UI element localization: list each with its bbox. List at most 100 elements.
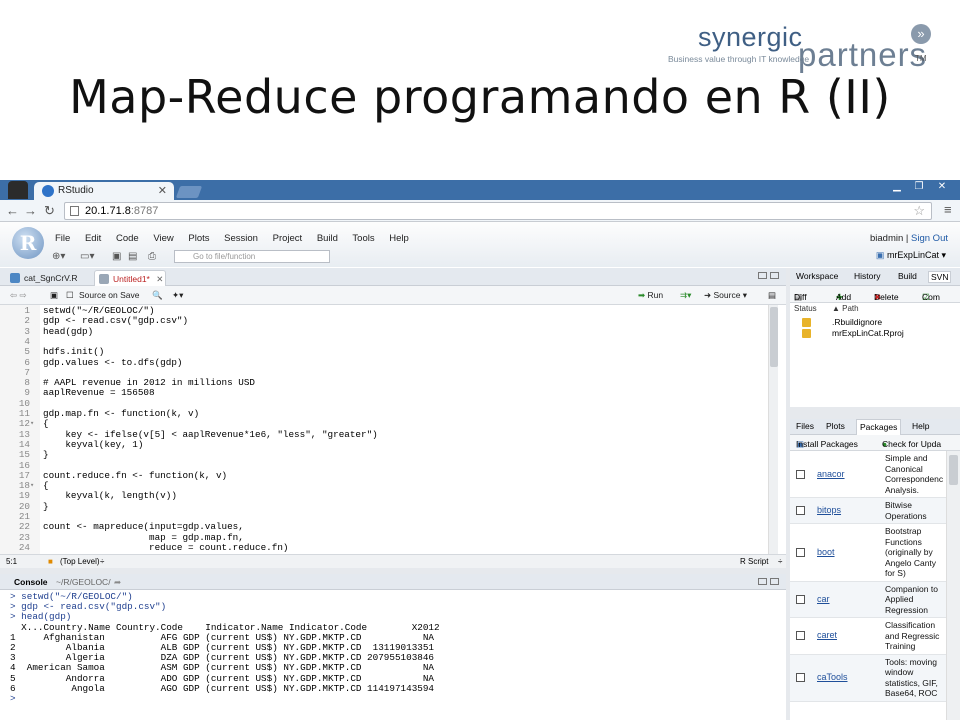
- tab-workspace[interactable]: Workspace: [796, 271, 838, 281]
- code-line[interactable]: 15}: [0, 449, 760, 460]
- package-row[interactable]: boot Bootstrap Functions (originally by Ange…: [790, 524, 946, 582]
- code-line[interactable]: 19 keyval(k, length(v)): [0, 491, 760, 502]
- back-icon[interactable]: ⇦ ⇨: [10, 290, 27, 301]
- minimize-window-button[interactable]: ▁: [888, 180, 906, 194]
- fold-arrow-icon[interactable]: ▾: [30, 419, 34, 429]
- package-row[interactable]: car Companion to Applied Regression: [790, 581, 946, 618]
- code-editor[interactable]: 1 setwd("~/R/GEOLOC/") 2 gdp <- read.csv("g…: [0, 305, 786, 554]
- compile-notebook-icon[interactable]: ▤: [768, 290, 776, 301]
- package-row[interactable]: bitops Bitwise Operations: [790, 498, 946, 524]
- maximize-pane-icon[interactable]: [770, 272, 779, 279]
- pane-splitter-right[interactable]: [790, 407, 960, 419]
- back-arrow-icon[interactable]: ←: [6, 203, 19, 218]
- scope-label[interactable]: (Top Level): [60, 555, 100, 568]
- code-line[interactable]: 9 aaplRevenue = 156508: [0, 388, 760, 399]
- code-line[interactable]: 11 gdp.map.fn <- function(k, v): [0, 408, 760, 419]
- menu-help[interactable]: Help: [389, 233, 409, 244]
- menu-code[interactable]: Code: [116, 233, 139, 244]
- tab-svn[interactable]: SVN: [928, 271, 952, 283]
- menu-plots[interactable]: Plots: [188, 233, 209, 244]
- package-name-link[interactable]: caTools: [817, 672, 848, 682]
- menu-project[interactable]: Project: [273, 233, 303, 244]
- close-tab-icon[interactable]: ✕: [156, 274, 163, 284]
- package-load-checkbox[interactable]: [796, 506, 805, 515]
- open-folder-icon[interactable]: ▭▾: [80, 251, 94, 262]
- code-line[interactable]: 5 hdfs.init(): [0, 346, 760, 357]
- packages-scrollbar[interactable]: [946, 451, 960, 720]
- bookmark-star-icon[interactable]: ☆: [913, 203, 925, 219]
- menu-file[interactable]: File: [55, 233, 70, 244]
- new-tab-button[interactable]: [175, 186, 203, 198]
- package-name-link[interactable]: caret: [817, 630, 837, 640]
- code-line[interactable]: 24 reduce = count.reduce.fn): [0, 542, 760, 553]
- package-load-checkbox[interactable]: [796, 631, 805, 641]
- package-load-checkbox[interactable]: [796, 673, 805, 682]
- source-on-save-checkbox[interactable]: ☐: [66, 290, 74, 301]
- url-input[interactable]: 20.1.71.8:8787 ☆: [64, 202, 932, 220]
- menu-tools[interactable]: Tools: [352, 233, 374, 244]
- magic-wand-icon[interactable]: ✦▾: [172, 290, 183, 301]
- minimize-pane-icon[interactable]: [758, 578, 767, 585]
- menu-edit[interactable]: Edit: [85, 233, 101, 244]
- tab-history[interactable]: History: [854, 271, 880, 281]
- scope-dropdown-icon[interactable]: ÷: [100, 555, 104, 568]
- package-name-link[interactable]: bitops: [817, 505, 841, 515]
- project-menu[interactable]: ▣ mrExpLinCat ▾: [876, 250, 946, 261]
- reload-icon[interactable]: ↻: [44, 203, 55, 219]
- list-item[interactable]: .Rbuildignore: [802, 317, 952, 328]
- column-header-status[interactable]: Status: [794, 304, 817, 313]
- editor-tab-untitled1[interactable]: Untitled1* ✕: [94, 270, 166, 286]
- column-header-path[interactable]: ▲ Path: [832, 304, 859, 313]
- forward-arrow-icon[interactable]: →: [24, 203, 37, 218]
- package-row[interactable]: caTools Tools: moving window statistics, GI…: [790, 654, 946, 702]
- wrench-menu-icon[interactable]: ≡: [944, 202, 952, 217]
- package-load-checkbox[interactable]: [796, 469, 805, 479]
- package-load-checkbox[interactable]: [796, 594, 805, 604]
- list-item[interactable]: mrExpLinCat.Rproj: [802, 328, 952, 339]
- browser-tab-rstudio[interactable]: RStudio ✕: [34, 182, 174, 200]
- package-name-link[interactable]: boot: [817, 547, 835, 557]
- print-icon[interactable]: ⎙: [148, 251, 156, 262]
- scrollbar-thumb[interactable]: [770, 307, 778, 367]
- package-row[interactable]: anacor Simple and Canonical Correspondenc An…: [790, 451, 946, 498]
- code-line[interactable]: 20}: [0, 501, 760, 512]
- close-tab-icon[interactable]: ✕: [158, 182, 167, 200]
- menu-session[interactable]: Session: [224, 233, 258, 244]
- minimize-pane-icon[interactable]: [758, 272, 767, 279]
- tab-plots[interactable]: Plots: [826, 421, 845, 431]
- run-button[interactable]: ➡ Run: [638, 290, 663, 301]
- restore-window-button[interactable]: ❐: [910, 180, 928, 194]
- file-type-dropdown-icon[interactable]: ÷: [778, 555, 782, 568]
- close-window-button[interactable]: ✕: [932, 180, 952, 194]
- code-line[interactable]: 4: [0, 336, 760, 347]
- menu-build[interactable]: Build: [317, 233, 338, 244]
- editor-tab-cat-sgncrv[interactable]: cat_SgnCrV.R ✕: [6, 270, 90, 299]
- package-name-link[interactable]: anacor: [817, 469, 845, 479]
- rerun-icon[interactable]: ⇉▾: [680, 290, 691, 301]
- code-line[interactable]: 2 gdp <- read.csv("gdp.csv"): [0, 315, 760, 326]
- package-name-link[interactable]: car: [817, 594, 830, 604]
- scrollbar-thumb[interactable]: [949, 455, 958, 485]
- code-line[interactable]: 14 keyval(key, 1): [0, 439, 760, 450]
- menu-view[interactable]: View: [153, 233, 173, 244]
- editor-scrollbar[interactable]: [768, 305, 778, 554]
- tab-packages[interactable]: Packages: [856, 419, 902, 435]
- code-line[interactable]: 3 head(gdp): [0, 326, 760, 337]
- maximize-pane-icon[interactable]: [770, 578, 779, 585]
- tab-help[interactable]: Help: [912, 421, 929, 431]
- go-to-dir-icon[interactable]: ➦: [114, 574, 121, 590]
- fold-arrow-icon[interactable]: ▾: [30, 481, 34, 491]
- tab-build[interactable]: Build: [898, 271, 917, 281]
- code-line[interactable]: 17 count.reduce.fn <- function(k, v): [0, 470, 760, 481]
- console-output[interactable]: > setwd("~/R/GEOLOC/") > gdp <- read.csv(…: [0, 590, 786, 720]
- package-row[interactable]: caret Classification and Regressic Training: [790, 618, 946, 655]
- save-icon[interactable]: ▣: [50, 290, 58, 301]
- code-line[interactable]: 6 gdp.values <- to.dfs(gdp): [0, 357, 760, 368]
- sign-out-link[interactable]: Sign Out: [911, 233, 948, 244]
- tab-files[interactable]: Files: [796, 421, 814, 431]
- save-all-icon[interactable]: ▤: [128, 251, 137, 262]
- file-type[interactable]: R Script: [740, 555, 768, 568]
- new-file-icon[interactable]: ⊕▾: [52, 251, 65, 262]
- package-load-checkbox[interactable]: [796, 547, 805, 557]
- search-icon[interactable]: 🔍: [152, 290, 163, 301]
